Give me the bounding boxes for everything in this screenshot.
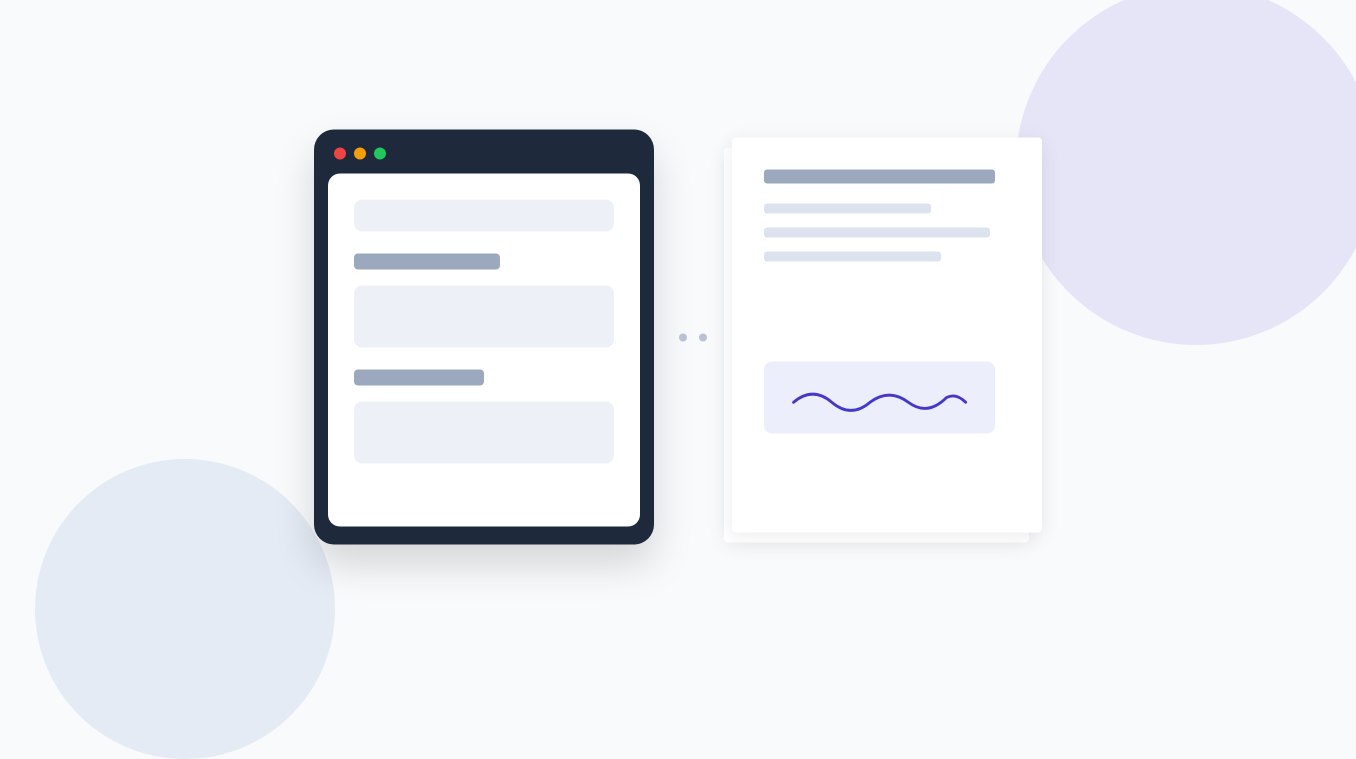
window-controls — [328, 144, 640, 174]
form-window — [314, 130, 654, 545]
form-content — [328, 174, 640, 527]
connector-dot-icon — [699, 333, 707, 341]
document-stack — [732, 137, 1042, 537]
form-input-title[interactable] — [354, 200, 614, 232]
close-icon[interactable] — [334, 148, 346, 160]
form-textarea-1[interactable] — [354, 286, 614, 348]
maximize-icon[interactable] — [374, 148, 386, 160]
document-text-line — [764, 227, 990, 237]
illustration-container — [314, 130, 1042, 545]
decorative-circle-bottom — [35, 459, 335, 759]
connector-dots — [679, 333, 707, 341]
connector-dot-icon — [679, 333, 687, 341]
document-text-line — [764, 251, 941, 261]
form-label-2 — [354, 370, 484, 386]
signature-field[interactable] — [764, 361, 995, 433]
document-front-page — [732, 137, 1042, 532]
form-label-1 — [354, 254, 500, 270]
minimize-icon[interactable] — [354, 148, 366, 160]
decorative-circle-top — [1016, 0, 1356, 345]
document-text-line — [764, 203, 931, 213]
document-title-placeholder — [764, 169, 995, 183]
signature-icon — [784, 377, 975, 417]
form-textarea-2[interactable] — [354, 402, 614, 464]
